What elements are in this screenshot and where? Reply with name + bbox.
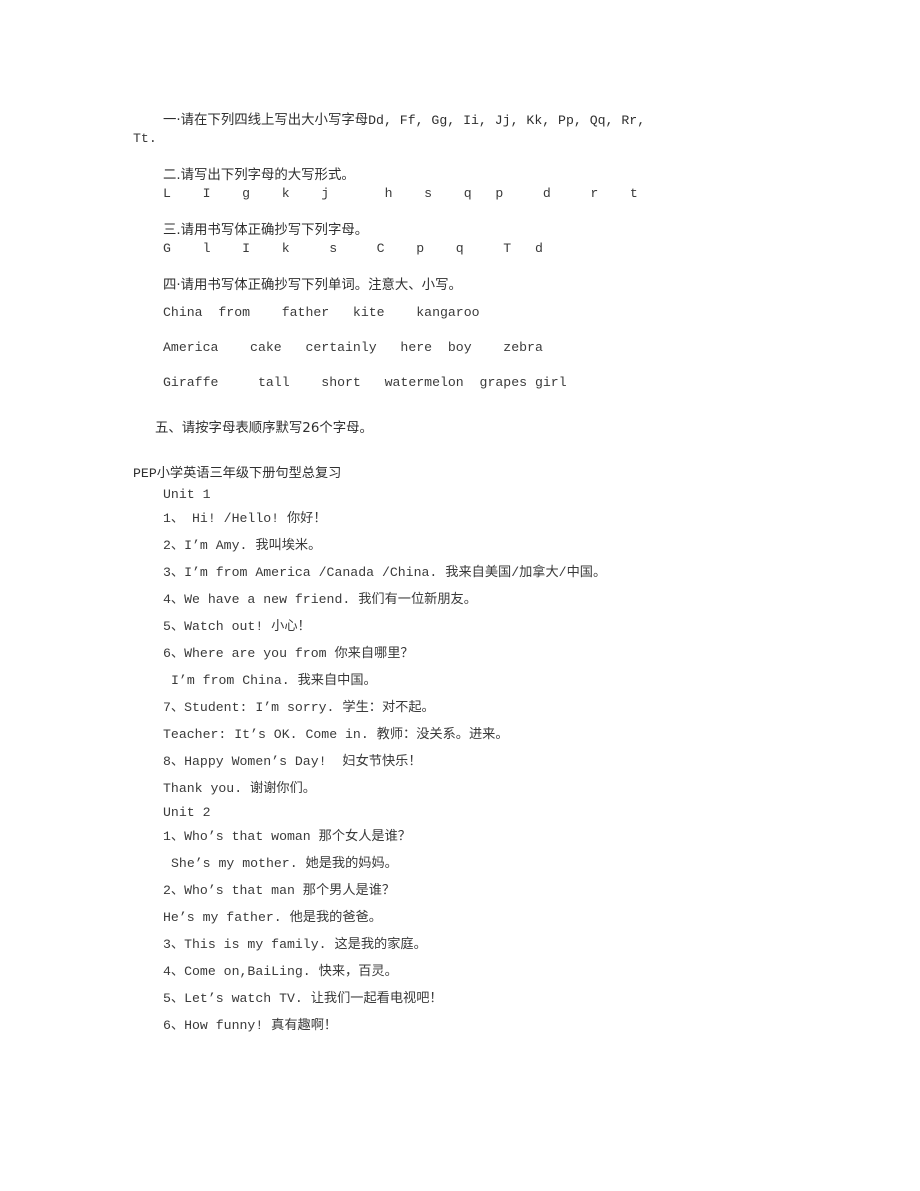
section-five-heading-text: 五、请按字母表顺序默写26个字母。 [155,420,373,436]
unit1-line: 6、Where are you from 你来自哪里？ [163,646,414,661]
unit-section-2: Unit 2 1、Who’s that woman 那个女人是谁？ She’s … [133,802,750,1039]
unit2-line: 4、Come on,BaiLing. 快来，百灵。 [163,964,398,979]
section-three-heading-text: 三.请用书写体正确抄写下列字母。 [163,223,369,238]
section-four-word-row: China from father kite kangaroo [163,304,480,320]
unit1-line: 8、Happy Women’s Day! 妇女节快乐！ [163,754,422,769]
exercise-section-three: 三.请用书写体正确抄写下列字母。 G l I k s C p q T d [133,222,750,257]
unit2-line: 5、Let’s watch TV. 让我们一起看电视吧！ [163,991,443,1006]
unit1-line: 4、We have a new friend. 我们有一位新朋友。 [163,592,477,607]
document-page: 一·请在下列四线上写出大小写字母Dd, Ff, Gg, Ii, Jj, Kk, … [0,0,920,1191]
review-title: PEP小学英语三年级下册句型总复习 [133,463,750,484]
unit1-line: 3、I’m from America /Canada /China. 我来自美国… [163,565,607,580]
unit1-line: 7、Student: I’m sorry. 学生：对不起。 [163,700,435,715]
unit2-line: 2、Who’s that man 那个男人是谁？ [163,883,396,898]
section-five-heading: 五、请按字母表顺序默写26个字母。 [133,420,750,438]
unit1-line-cont: Thank you. 谢谢你们。 [163,781,316,796]
exercise-section-five: 五、请按字母表顺序默写26个字母。 [133,420,750,438]
exercise-section-four: 四·请用书写体正确抄写下列单词。注意大、小写。 China from fathe… [133,277,750,400]
section-two-heading: 二.请写出下列字母的大写形式。 [133,167,750,185]
section-four-heading-text: 四·请用书写体正确抄写下列单词。注意大、小写。 [163,278,462,293]
exercise-section-two: 二.请写出下列字母的大写形式。 L I g k j h s q p d r t [133,167,750,202]
review-title-text: PEP小学英语三年级下册句型总复习 [133,466,342,481]
section-one-heading-cn: 一·请在下列四线上写出大小写字母 [163,113,369,128]
section-one-heading-letters: Dd, Ff, Gg, Ii, Jj, Kk, Pp, Qq, Rr, [368,113,646,128]
section-two-letters: L I g k j h s q p d r t [163,185,638,201]
section-three-heading: 三.请用书写体正确抄写下列字母。 [133,222,750,240]
section-four-word-row: America cake certainly here boy zebra [163,339,543,355]
unit2-line: 1、Who’s that woman 那个女人是谁？ [163,829,411,844]
exercise-section-one: 一·请在下列四线上写出大小写字母Dd, Ff, Gg, Ii, Jj, Kk, … [133,112,750,147]
unit2-line: 3、This is my family. 这是我的家庭。 [163,937,427,952]
unit1-line: 5、Watch out! 小心！ [163,619,311,634]
unit1-line: 1、 Hi! /Hello! 你好！ [163,511,327,526]
unit-label: Unit 1 [163,487,211,502]
unit2-line: 6、How funny! 真有趣啊！ [163,1018,338,1033]
unit1-line-cont: Teacher: It’s OK. Come in. 教师：没关系。进来。 [163,727,509,742]
section-one-heading: 一·请在下列四线上写出大小写字母Dd, Ff, Gg, Ii, Jj, Kk, … [133,112,750,130]
unit2-line-sub: She’s my mother. 她是我的妈妈。 [171,856,398,871]
unit1-line: 2、I’m Amy. 我叫埃米。 [163,538,322,553]
unit2-line-cont: He’s my father. 他是我的爸爸。 [163,910,382,925]
unit-section-1: Unit 1 1、 Hi! /Hello! 你好！ 2、I’m Amy. 我叫埃… [133,484,750,802]
section-two-heading-text: 二.请写出下列字母的大写形式。 [163,168,355,183]
unit-label: Unit 2 [163,805,211,820]
section-three-letters: G l I k s C p q T d [163,240,543,256]
section-four-word-row: Giraffe tall short watermelon grapes gir… [163,374,567,390]
section-one-wrap-line: Tt. [133,130,157,146]
unit1-line-sub: I’m from China. 我来自中国。 [171,673,377,688]
section-four-heading: 四·请用书写体正确抄写下列单词。注意大、小写。 [133,277,750,295]
